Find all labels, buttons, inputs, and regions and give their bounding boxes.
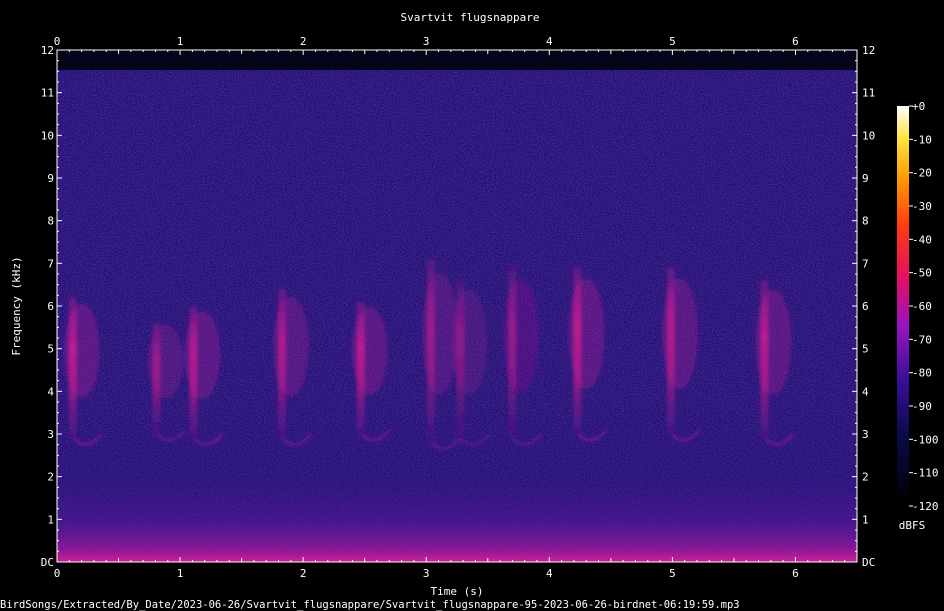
x-tick-label-bottom: 2 <box>300 567 307 580</box>
y-tick-label-left: 3 <box>47 428 54 441</box>
x-axis-label: Time (s) <box>431 585 484 598</box>
y-tick-label-left: 8 <box>47 215 54 228</box>
call-glow <box>63 303 100 398</box>
call-glow <box>451 289 488 395</box>
y-tick-label-left: DC <box>41 556 54 569</box>
call-glow <box>184 310 221 400</box>
y-tick-label-left: 6 <box>47 300 54 313</box>
y-axis-label: Frequency (kHz) <box>10 256 23 355</box>
call-glow <box>568 278 605 390</box>
call-glow <box>755 289 792 395</box>
call-glow <box>147 324 184 399</box>
y-tick-label-left: 9 <box>47 172 54 185</box>
x-tick-label-top: 6 <box>792 35 799 48</box>
y-tick-label-right: DC <box>862 556 875 569</box>
y-tick-label-right: 12 <box>862 44 875 57</box>
y-tick-label-right: 6 <box>862 300 869 313</box>
x-tick-label-bottom: 0 <box>54 567 61 580</box>
colorbar-tick-label: -30 <box>912 200 932 213</box>
colorbar-tick-label: +0 <box>912 100 925 113</box>
chart-title: Svartvit flugsnappare <box>400 11 539 24</box>
y-tick-label-right: 4 <box>862 385 869 398</box>
y-tick-label-right: 10 <box>862 129 875 142</box>
colorbar-tick-label: -120 <box>912 500 939 513</box>
y-tick-label-right: 7 <box>862 257 869 270</box>
call-glow <box>503 278 540 393</box>
colorbar-ticks: +0 -10 -20 -30 -40 -50 -60 -70 -80 -90 -100 -110 -12… <box>909 100 939 513</box>
x-tick-label-bottom: 6 <box>792 567 799 580</box>
colorbar-label: dBFS <box>899 519 926 532</box>
colorbar-tick-label: -10 <box>912 133 932 146</box>
colorbar-tick-label: -40 <box>912 233 932 246</box>
plot-area <box>56 49 858 563</box>
y-tick-label-left: 11 <box>41 87 54 100</box>
y-tick-label-left: 4 <box>47 385 54 398</box>
spectrogram-chart: Svartvit flugsnappare 00112233445566DC DC… <box>0 11 939 611</box>
x-tick-label-top: 4 <box>546 35 553 48</box>
colorbar: +0 -10 -20 -30 -40 -50 -60 -70 -80 -90 -100 -110 -12… <box>897 100 939 532</box>
call-glow <box>661 278 698 390</box>
colorbar-tick-label: -20 <box>912 167 932 180</box>
y-tick-label-right: 8 <box>862 215 869 228</box>
y-tick-label-left: 10 <box>41 129 54 142</box>
y-tick-label-right: 1 <box>862 513 869 526</box>
y-tick-label-left: 1 <box>47 513 54 526</box>
y-tick-label-left: 5 <box>47 343 54 356</box>
y-tick-label-right: 3 <box>862 428 869 441</box>
colorbar-tick-label: -70 <box>912 333 932 346</box>
y-tick-label-left: 12 <box>41 44 54 57</box>
x-tick-label-bottom: 1 <box>177 567 184 580</box>
colorbar-scale <box>897 106 909 506</box>
x-tick-label-top: 3 <box>423 35 430 48</box>
colorbar-tick-label: -50 <box>912 267 932 280</box>
colorbar-tick-label: -80 <box>912 367 932 380</box>
x-tick-label-bottom: 5 <box>669 567 676 580</box>
colorbar-tick-label: -60 <box>912 300 932 313</box>
colorbar-tick-label: -100 <box>912 433 939 446</box>
footer-file-path: BirdSongs/Extracted/By_Date/2023-06-26/S… <box>0 599 740 611</box>
call-glow <box>351 306 388 395</box>
colorbar-tick-label: -90 <box>912 400 932 413</box>
call-glow <box>273 296 309 397</box>
colorbar-tick-label: -110 <box>912 467 939 480</box>
x-tick-label-bottom: 3 <box>423 567 430 580</box>
y-tick-label-right: 5 <box>862 343 869 356</box>
x-tick-label-top: 1 <box>177 35 184 48</box>
x-tick-label-top: 0 <box>54 35 61 48</box>
y-tick-label-left: 2 <box>47 471 54 484</box>
y-tick-label-right: 9 <box>862 172 869 185</box>
x-tick-label-top: 2 <box>300 35 307 48</box>
x-tick-label-top: 5 <box>669 35 676 48</box>
y-tick-label-left: 7 <box>47 257 54 270</box>
y-tick-label-right: 11 <box>862 87 875 100</box>
y-tick-label-right: 2 <box>862 471 869 484</box>
x-tick-label-bottom: 4 <box>546 567 553 580</box>
